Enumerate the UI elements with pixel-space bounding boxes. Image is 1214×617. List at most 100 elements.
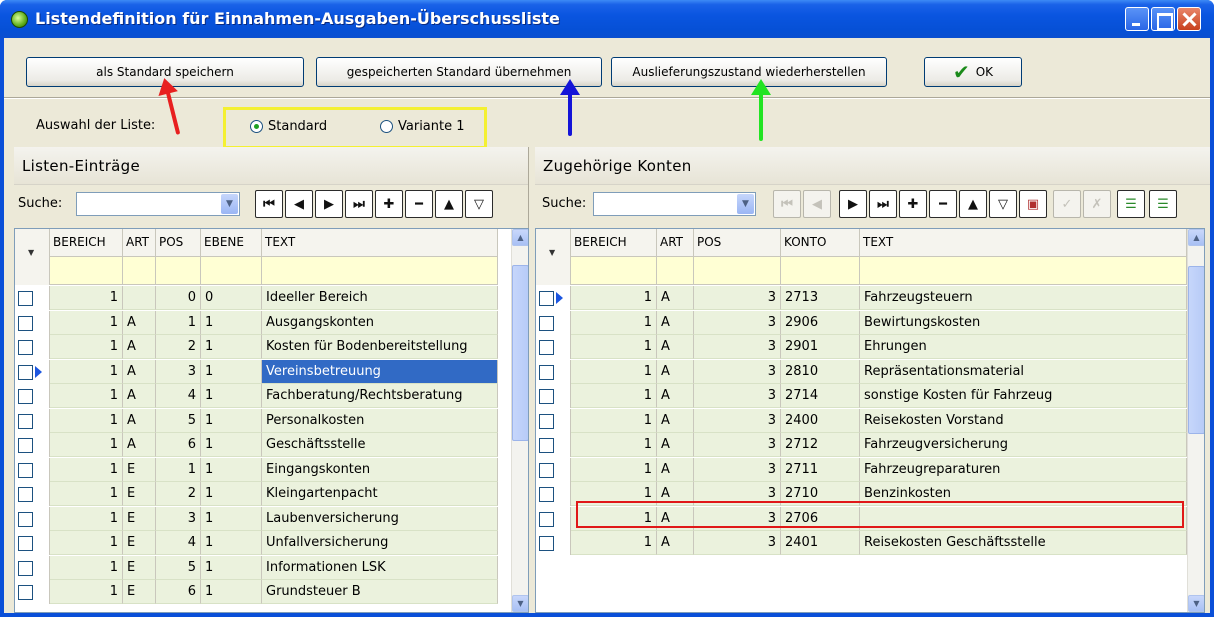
chevron-down-icon[interactable]: ▼ xyxy=(737,194,754,214)
search-input[interactable]: ▼ xyxy=(76,192,240,216)
table-cell[interactable]: A xyxy=(657,433,694,457)
table-cell[interactable]: 2400 xyxy=(781,408,860,433)
table-cell[interactable]: 3 xyxy=(694,286,781,310)
row-checkbox[interactable] xyxy=(539,389,554,404)
search-input[interactable]: ▼ xyxy=(593,192,756,216)
filter-button[interactable]: ▽ xyxy=(989,190,1017,218)
table-cell[interactable]: E xyxy=(123,531,156,555)
add-record-button[interactable]: ✚ xyxy=(375,190,403,218)
table-cell[interactable]: 3 xyxy=(156,359,201,384)
table-cell[interactable]: A xyxy=(657,359,694,384)
table-cell[interactable]: 1 xyxy=(50,433,123,457)
row-indicator[interactable] xyxy=(15,433,50,457)
scroll-up-icon[interactable]: ▲ xyxy=(512,229,528,246)
row-indicator-header[interactable] xyxy=(536,229,571,285)
first-record-button[interactable]: ⏮ xyxy=(773,190,801,218)
last-record-button[interactable]: ⏭ xyxy=(869,190,897,218)
filter-cell[interactable] xyxy=(156,257,201,284)
table-cell[interactable]: Eingangskonten xyxy=(262,457,498,482)
scroll-up-icon[interactable]: ▲ xyxy=(1188,229,1204,246)
previous-record-button[interactable]: ◀ xyxy=(285,190,313,218)
row-indicator[interactable] xyxy=(536,310,571,335)
filter-cell[interactable] xyxy=(262,257,498,284)
table-row[interactable]: 1 A 3 2810 Repräsentationsmaterial xyxy=(536,359,1187,384)
row-checkbox[interactable] xyxy=(18,364,33,380)
row-checkbox[interactable] xyxy=(539,511,554,527)
row-checkbox[interactable] xyxy=(18,560,33,576)
row-checkbox[interactable] xyxy=(539,536,554,551)
table-cell[interactable]: 2810 xyxy=(781,359,860,384)
table-cell[interactable]: 0 xyxy=(156,286,201,310)
table-cell[interactable]: 1 xyxy=(571,384,657,408)
table-row[interactable]: 1 A 3 2712 Fahrzeugversicherung xyxy=(536,433,1187,457)
table-cell[interactable]: 1 xyxy=(50,408,123,433)
table-row[interactable]: 1 A 3 2711 Fahrzeugreparaturen xyxy=(536,457,1187,482)
add-record-button[interactable]: ✚ xyxy=(899,190,927,218)
row-indicator[interactable] xyxy=(15,359,50,384)
table-cell[interactable]: A xyxy=(123,310,156,335)
table-cell[interactable]: A xyxy=(123,408,156,433)
table-cell[interactable]: Unfallversicherung xyxy=(262,531,498,555)
table-cell[interactable]: 2712 xyxy=(781,433,860,457)
table-cell[interactable]: 1 xyxy=(201,433,262,457)
table-cell[interactable]: A xyxy=(657,457,694,482)
scroll-thumb[interactable] xyxy=(512,265,528,441)
table-cell[interactable]: 2 xyxy=(156,335,201,359)
move-up-button[interactable]: ▲ xyxy=(959,190,987,218)
table-cell[interactable]: Vereinsbetreuung xyxy=(262,359,498,384)
filter-button[interactable]: ▽ xyxy=(465,190,493,218)
table-cell[interactable]: 0 xyxy=(201,286,262,310)
row-checkbox[interactable] xyxy=(18,487,33,502)
row-checkbox[interactable] xyxy=(18,340,33,355)
row-checkbox[interactable] xyxy=(539,340,554,355)
confirm-icon[interactable]: ✓ xyxy=(1053,190,1081,218)
table-cell[interactable]: 3 xyxy=(694,433,781,457)
row-checkbox[interactable] xyxy=(18,291,33,306)
table-row[interactable]: 1 A 1 1 Ausgangskonten xyxy=(15,310,498,335)
row-indicator-header[interactable] xyxy=(15,229,50,285)
table-cell[interactable]: 1 xyxy=(50,335,123,359)
table-cell[interactable]: 2401 xyxy=(781,531,860,555)
table-cell[interactable]: A xyxy=(657,286,694,310)
table-cell[interactable]: 3 xyxy=(694,335,781,359)
radio-variante-1[interactable]: Variante 1 xyxy=(380,119,465,134)
table-row[interactable]: 1 A 3 2901 Ehrungen xyxy=(536,335,1187,359)
table-cell[interactable]: E xyxy=(123,555,156,580)
row-indicator[interactable] xyxy=(536,408,571,433)
table-cell[interactable]: Reisekosten Geschäftsstelle xyxy=(860,531,1187,555)
table-cell[interactable]: 1 xyxy=(50,580,123,604)
table-cell[interactable]: 1 xyxy=(571,286,657,310)
table-cell[interactable]: 2 xyxy=(156,482,201,506)
table-cell[interactable]: 1 xyxy=(571,457,657,482)
column-header[interactable]: POS xyxy=(694,229,781,256)
row-indicator[interactable] xyxy=(15,531,50,555)
table-cell[interactable]: Repräsentationsmaterial xyxy=(860,359,1187,384)
table-cell[interactable] xyxy=(123,286,156,310)
table-cell[interactable]: Kosten für Bodenbereitstellung xyxy=(262,335,498,359)
table-row[interactable]: 1 E 4 1 Unfallversicherung xyxy=(15,531,498,555)
row-checkbox[interactable] xyxy=(539,462,554,478)
insert-list-icon[interactable]: ☰ xyxy=(1149,190,1177,218)
row-checkbox[interactable] xyxy=(18,438,33,453)
column-header[interactable]: EBENE xyxy=(201,229,262,256)
next-record-button[interactable]: ▶ xyxy=(315,190,343,218)
column-header[interactable]: ART xyxy=(657,229,694,256)
table-cell[interactable]: 1 xyxy=(201,408,262,433)
table-cell[interactable]: 5 xyxy=(156,555,201,580)
row-checkbox[interactable] xyxy=(18,413,33,429)
row-indicator[interactable] xyxy=(536,531,571,555)
minimize-button[interactable] xyxy=(1125,7,1149,31)
table-cell[interactable]: A xyxy=(657,310,694,335)
table-cell[interactable]: 2713 xyxy=(781,286,860,310)
vertical-scrollbar[interactable]: ▲ ▼ xyxy=(1187,229,1204,612)
column-header[interactable]: KONTO xyxy=(781,229,860,256)
table-cell[interactable]: 1 xyxy=(571,531,657,555)
table-cell[interactable]: 2906 xyxy=(781,310,860,335)
vertical-scrollbar[interactable]: ▲ ▼ xyxy=(511,229,528,612)
row-checkbox[interactable] xyxy=(18,462,33,478)
table-cell[interactable]: 1 xyxy=(571,310,657,335)
table-cell[interactable]: 1 xyxy=(571,433,657,457)
table-row[interactable]: 1 E 5 1 Informationen LSK xyxy=(15,555,498,580)
table-cell[interactable]: 1 xyxy=(571,335,657,359)
table-row[interactable]: 1 0 0 Ideeller Bereich xyxy=(15,286,498,310)
